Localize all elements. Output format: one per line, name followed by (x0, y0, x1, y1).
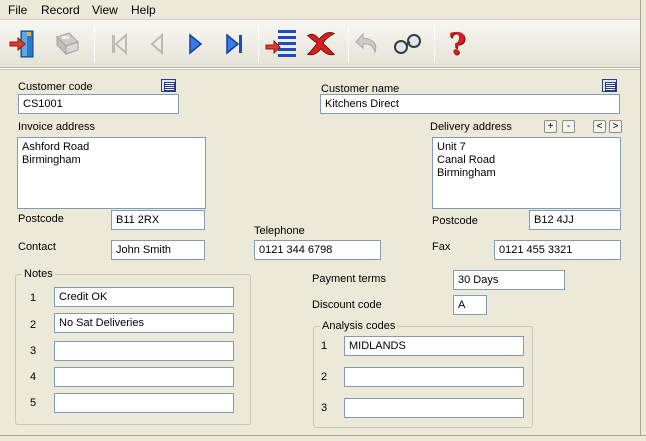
notes-field[interactable]: No Sat Deliveries (54, 313, 234, 333)
analysis-row-number: 2 (321, 371, 328, 383)
invoice-postcode-field[interactable]: B11 2RX (111, 210, 205, 230)
save-icon[interactable] (50, 26, 84, 62)
delivery-address-label: Delivery address (430, 121, 512, 133)
help-icon[interactable]: ? (440, 26, 474, 62)
analysis-code-field[interactable] (344, 398, 524, 418)
invoice-address-label: Invoice address (18, 121, 96, 133)
delivery-address-line: Birmingham (437, 167, 496, 179)
window-frame-right (640, 0, 646, 441)
telephone-field[interactable]: 0121 344 6798 (254, 240, 381, 260)
analysis-codes-title: Analysis codes (322, 320, 396, 332)
help-glyph: ? (448, 26, 466, 62)
analysis-row-number: 3 (321, 402, 328, 414)
delivery-postcode-field[interactable]: B12 4JJ (529, 210, 621, 230)
analysis-code-field[interactable] (344, 367, 524, 387)
previous-record-icon[interactable] (140, 26, 174, 62)
menu-file[interactable]: File (8, 3, 27, 17)
invoice-address-line: Ashford Road (22, 141, 90, 153)
customer-code-label: Customer code (18, 81, 93, 93)
next-address-button[interactable]: > (609, 120, 622, 133)
exit-icon[interactable] (6, 26, 40, 62)
menu-help[interactable]: Help (131, 3, 156, 17)
add-address-button[interactable]: + (544, 120, 557, 133)
window-frame-bottom (0, 435, 646, 441)
undo-icon[interactable] (352, 26, 386, 62)
toolbar-separator (94, 26, 95, 62)
notes-row-number: 5 (30, 397, 37, 409)
customer-name-lookup-icon[interactable] (602, 79, 617, 92)
list-icon[interactable] (264, 26, 298, 62)
first-record-icon[interactable] (102, 26, 136, 62)
toolbar: ? (0, 20, 640, 68)
payment-terms-field[interactable]: 30 Days (453, 270, 565, 290)
toolbar-separator (258, 26, 259, 62)
menu-bar: File Record View Help (0, 0, 640, 20)
notes-field[interactable] (54, 341, 234, 361)
fax-label: Fax (432, 241, 451, 253)
menu-record[interactable]: Record (41, 3, 80, 17)
analysis-row-number: 1 (321, 340, 328, 352)
customer-code-field[interactable]: CS1001 (18, 94, 179, 114)
discount-code-field[interactable]: A (453, 295, 487, 315)
notes-field[interactable] (54, 367, 234, 387)
delivery-address-line: Unit 7 (437, 141, 466, 153)
contact-field[interactable]: John Smith (111, 240, 205, 260)
customer-form: Customer code CS1001 Customer name Kitch… (0, 69, 640, 435)
toolbar-separator (434, 26, 435, 62)
analysis-code-field[interactable]: MIDLANDS (344, 336, 524, 356)
contact-label: Contact (18, 241, 56, 253)
remove-address-button[interactable]: - (562, 120, 575, 133)
next-record-icon[interactable] (178, 26, 212, 62)
notes-field[interactable]: Credit OK (54, 287, 234, 307)
invoice-address-line: Birmingham (22, 154, 81, 166)
payment-terms-label: Payment terms (312, 273, 386, 285)
delivery-address-field[interactable]: Unit 7 Canal Road Birmingham (432, 137, 621, 209)
last-record-icon[interactable] (218, 26, 252, 62)
invoice-postcode-label: Postcode (18, 213, 64, 225)
notes-row-number: 2 (30, 319, 37, 331)
toolbar-separator (348, 26, 349, 62)
customer-name-field[interactable]: Kitchens Direct (320, 94, 620, 114)
delete-icon[interactable] (304, 26, 338, 62)
notes-field[interactable] (54, 393, 234, 413)
fax-field[interactable]: 0121 455 3321 (494, 240, 621, 260)
delivery-postcode-label: Postcode (432, 215, 478, 227)
discount-code-label: Discount code (312, 299, 382, 311)
menu-view[interactable]: View (92, 3, 118, 17)
notes-title: Notes (24, 268, 53, 280)
find-icon[interactable] (390, 26, 424, 62)
invoice-address-field[interactable]: Ashford Road Birmingham (17, 137, 206, 209)
notes-row-number: 3 (30, 345, 37, 357)
notes-row-number: 1 (30, 292, 37, 304)
notes-row-number: 4 (30, 371, 37, 383)
customer-code-lookup-icon[interactable] (161, 79, 176, 92)
delivery-address-line: Canal Road (437, 154, 496, 166)
previous-address-button[interactable]: < (593, 120, 606, 133)
telephone-label: Telephone (254, 225, 305, 237)
